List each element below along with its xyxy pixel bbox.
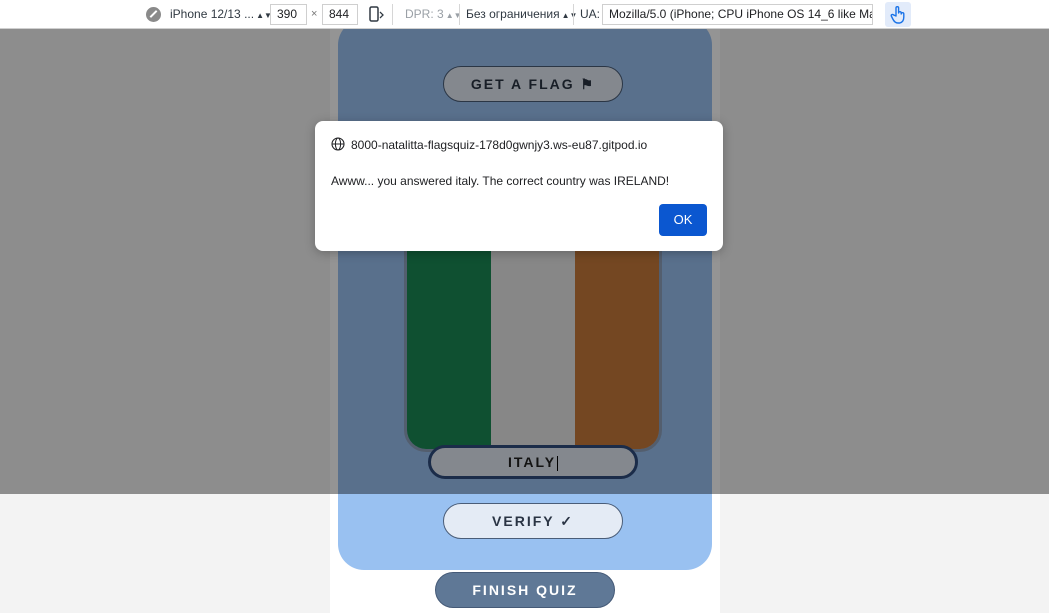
dimension-separator: × — [311, 8, 318, 20]
dpr-label: DPR: 3 — [405, 7, 444, 21]
checkmark-icon: ✓ — [560, 513, 574, 529]
hand-pointer-icon — [890, 6, 905, 24]
ua-label: UA: — [580, 7, 601, 21]
toolbar-separator — [459, 4, 460, 25]
dialog-origin: 8000-natalitta-flagsquiz-178d0gwnjy3.ws-… — [351, 138, 648, 152]
throttle-select[interactable]: Без ограничения ▲▼ — [466, 7, 577, 21]
alert-dialog: 8000-natalitta-flagsquiz-178d0gwnjy3.ws-… — [315, 121, 723, 251]
throttle-label: Без ограничения — [466, 7, 560, 21]
user-agent-input[interactable]: Mozilla/5.0 (iPhone; CPU iPhone OS 14_6 … — [602, 4, 873, 25]
rotate-icon[interactable] — [368, 6, 384, 23]
ok-button[interactable]: OK — [659, 204, 707, 236]
device-select[interactable]: iPhone 12/13 ... ▲▼ — [170, 7, 272, 21]
width-input[interactable]: 390 — [270, 4, 307, 25]
dialog-message: Awww... you answered italy. The correct … — [331, 174, 670, 188]
no-throttling-icon[interactable] — [146, 7, 161, 22]
dpr-select[interactable]: DPR: 3 ▲▼ — [405, 7, 462, 21]
device-label: iPhone 12/13 ... — [170, 7, 255, 21]
verify-button[interactable]: VERIFY ✓ — [443, 503, 623, 539]
globe-icon — [331, 137, 345, 151]
finish-quiz-button[interactable]: FINISH QUIZ — [435, 572, 615, 608]
verify-label: VERIFY — [492, 513, 555, 529]
modal-backdrop — [0, 29, 1049, 494]
toolbar-separator — [573, 4, 574, 25]
toolbar-separator — [392, 4, 393, 25]
touch-icon[interactable] — [885, 2, 911, 27]
height-input[interactable]: 844 — [322, 4, 358, 25]
devtools-device-toolbar: iPhone 12/13 ... ▲▼ 390 × 844 DPR: 3 ▲▼ Бе… — [0, 0, 1049, 29]
